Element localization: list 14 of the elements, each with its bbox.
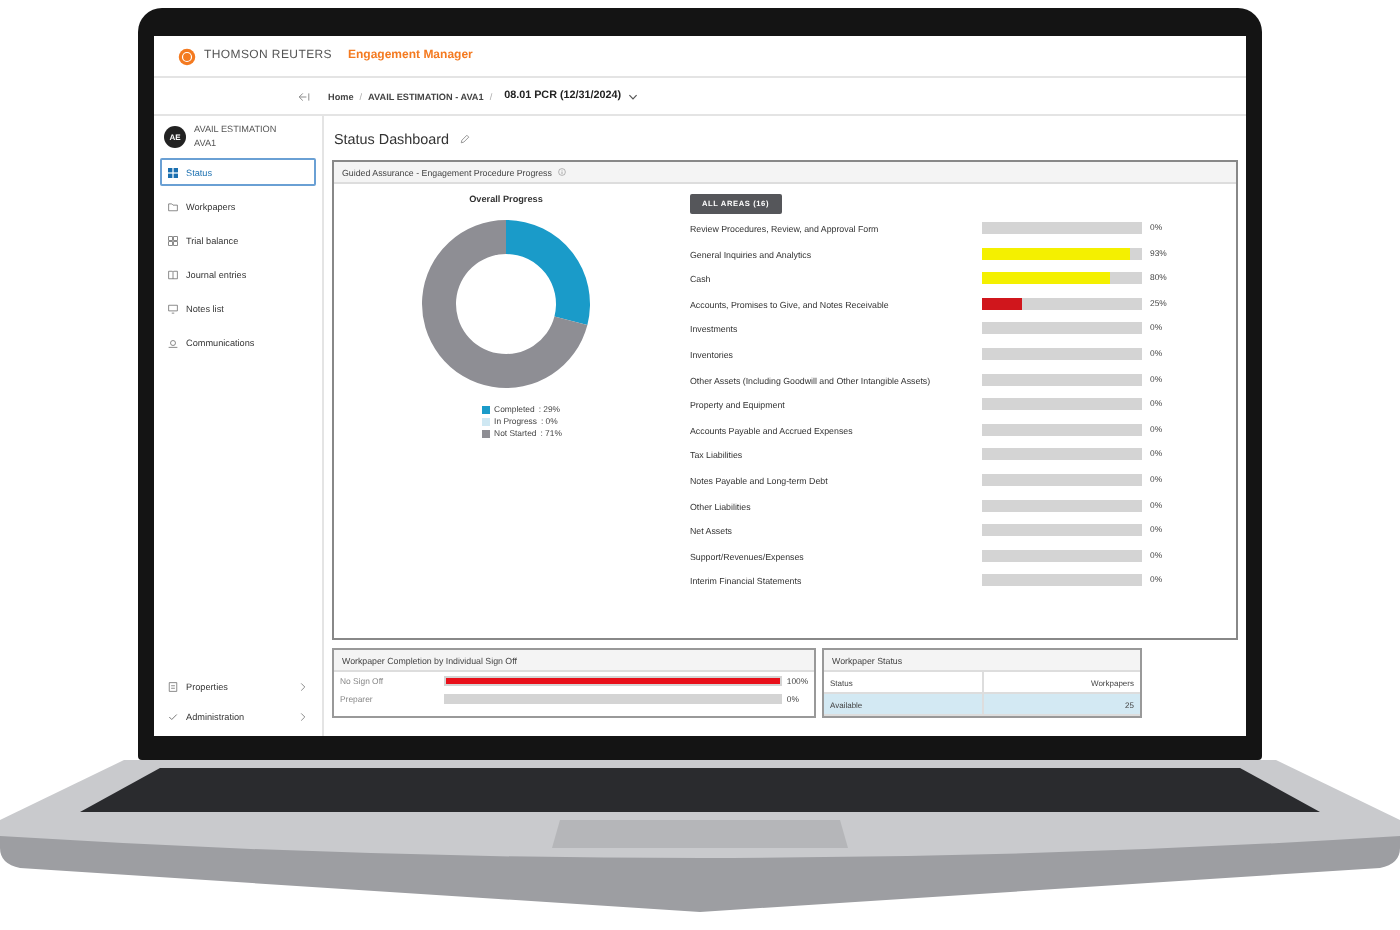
document-icon — [168, 681, 178, 691]
pencil-icon[interactable] — [459, 133, 470, 143]
check-icon — [168, 711, 178, 721]
chevron-icon — [300, 681, 306, 691]
chevron-icon — [300, 711, 306, 721]
logo-icon — [178, 47, 196, 65]
folder-icon — [168, 201, 178, 211]
monitor-icon — [168, 303, 178, 313]
caret-icon[interactable] — [627, 93, 638, 99]
grid-icon — [168, 235, 178, 245]
book-icon — [168, 269, 178, 279]
info-icon[interactable] — [557, 168, 566, 176]
status-grid-icon — [168, 167, 178, 177]
collapse-icon[interactable] — [298, 91, 310, 101]
